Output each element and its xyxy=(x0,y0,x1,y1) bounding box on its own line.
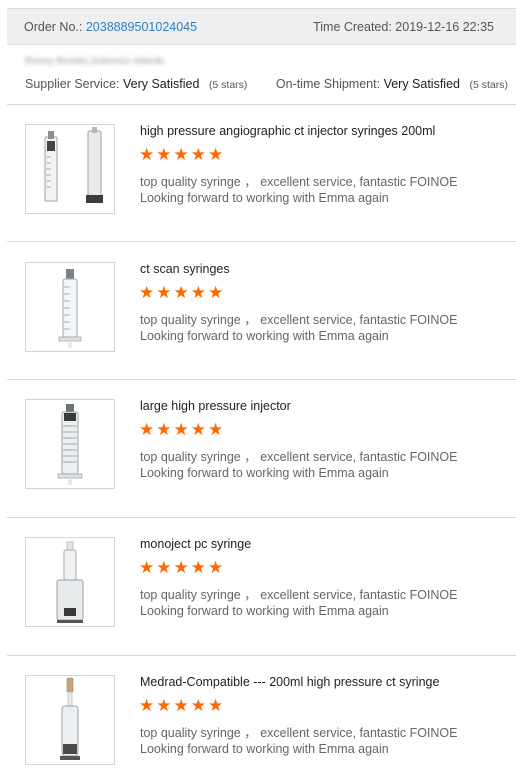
syringe-image[interactable] xyxy=(25,537,115,627)
review-line: top quality syringe ， excellent service,… xyxy=(140,175,458,189)
star-icon: ★ xyxy=(208,558,224,578)
review-line: Looking forward to working with Emma aga… xyxy=(140,329,389,343)
product-star-rating: ★ ★ ★ ★ ★ xyxy=(139,559,223,577)
shipment-rating: On-time Shipment: Very Satisfied (5 star… xyxy=(276,77,508,91)
star-icon: ★ xyxy=(156,145,172,165)
review-line: Looking forward to working with Emma aga… xyxy=(140,604,389,618)
star-icon: ★ xyxy=(208,283,224,303)
product-star-rating: ★ ★ ★ ★ ★ xyxy=(139,421,223,439)
divider xyxy=(7,655,516,656)
review-text: top quality syringe ， excellent service,… xyxy=(140,725,458,757)
divider xyxy=(7,241,516,242)
product-star-rating: ★ ★ ★ ★ ★ xyxy=(139,146,223,164)
star-icon: ★ xyxy=(139,145,155,165)
review-text: top quality syringe ， excellent service,… xyxy=(140,312,458,344)
review-line: Looking forward to working with Emma aga… xyxy=(140,742,389,756)
divider xyxy=(7,379,516,380)
product-title[interactable]: high pressure angiographic ct injector s… xyxy=(140,124,435,138)
order-header: Order No.: 2038889501024045 Time Created… xyxy=(7,8,516,45)
product-title[interactable]: Medrad-Compatible --- 200ml high pressur… xyxy=(140,675,439,689)
order-number-link[interactable]: 2038889501024045 xyxy=(86,20,197,34)
star-icon: ★ xyxy=(156,283,172,303)
star-icon: ★ xyxy=(190,558,206,578)
star-icon: ★ xyxy=(190,145,206,165)
supplier-service-stars: (5 stars) xyxy=(208,79,248,91)
star-icon: ★ xyxy=(139,283,155,303)
star-icon: ★ xyxy=(173,283,189,303)
product-review-item: high pressure angiographic ct injector s… xyxy=(25,124,516,216)
star-icon: ★ xyxy=(173,558,189,578)
product-review-item: monoject pc syringe ★ ★ ★ ★ ★ top quality sy… xyxy=(25,537,516,629)
review-line: top quality syringe ， excellent service,… xyxy=(140,588,458,602)
star-icon: ★ xyxy=(190,420,206,440)
review-text: top quality syringe ， excellent service,… xyxy=(140,449,458,481)
divider xyxy=(7,517,516,518)
shipment-label: On-time Shipment: xyxy=(275,77,381,91)
review-text: top quality syringe ， excellent service,… xyxy=(140,587,458,619)
star-icon: ★ xyxy=(190,283,206,303)
syringe-image[interactable] xyxy=(25,399,115,489)
order-number-group: Order No.: 2038889501024045 xyxy=(24,20,197,34)
product-title[interactable]: ct scan syringes xyxy=(140,262,230,276)
shipment-value: Very Satisfied xyxy=(383,77,460,91)
review-line: top quality syringe ， excellent service,… xyxy=(140,450,458,464)
star-icon: ★ xyxy=(190,696,206,716)
star-icon: ★ xyxy=(208,145,224,165)
supplier-service-rating: Supplier Service: Very Satisfied (5 star… xyxy=(25,77,247,91)
product-review-item: Medrad-Compatible --- 200ml high pressur… xyxy=(25,675,516,767)
review-line: Looking forward to working with Emma aga… xyxy=(140,466,389,480)
review-line: Looking forward to working with Emma aga… xyxy=(140,191,389,205)
star-icon: ★ xyxy=(156,696,172,716)
star-icon: ★ xyxy=(173,696,189,716)
time-created-group: Time Created: 2019-12-16 22:35 xyxy=(313,20,494,34)
review-text: top quality syringe ， excellent service,… xyxy=(140,174,458,206)
product-title[interactable]: monoject pc syringe xyxy=(140,537,251,551)
review-line: top quality syringe ， excellent service,… xyxy=(140,313,458,327)
star-icon: ★ xyxy=(156,420,172,440)
product-star-rating: ★ ★ ★ ★ ★ xyxy=(139,697,223,715)
review-line: top quality syringe ， excellent service,… xyxy=(140,726,458,740)
star-icon: ★ xyxy=(208,696,224,716)
syringe-image[interactable] xyxy=(25,262,115,352)
order-number-label: Order No.: xyxy=(24,19,83,34)
time-created-label: Time Created: xyxy=(313,19,392,34)
buyer-info: Ronny Broeks,Solomon Islands xyxy=(25,56,165,67)
star-icon: ★ xyxy=(208,420,224,440)
time-created-value: 2019-12-16 22:35 xyxy=(395,19,494,34)
star-icon: ★ xyxy=(139,696,155,716)
star-icon: ★ xyxy=(139,420,155,440)
buyer-name: Ronny Broeks,Solomon Islands xyxy=(25,56,165,67)
star-icon: ★ xyxy=(156,558,172,578)
product-title[interactable]: large high pressure injector xyxy=(140,399,291,413)
syringe-pair-image[interactable] xyxy=(25,124,115,214)
supplier-service-value: Very Satisfied xyxy=(122,77,200,91)
star-icon: ★ xyxy=(173,420,189,440)
star-icon: ★ xyxy=(173,145,189,165)
syringe-image[interactable] xyxy=(25,675,115,765)
star-icon: ★ xyxy=(139,558,155,578)
product-review-item: large high pressure injector ★ ★ ★ ★ ★ top q… xyxy=(25,399,516,491)
service-ratings: Supplier Service: Very Satisfied (5 star… xyxy=(25,77,508,91)
supplier-service-label: Supplier Service: xyxy=(25,77,120,91)
divider xyxy=(7,104,516,105)
shipment-stars: (5 stars) xyxy=(469,79,508,91)
product-star-rating: ★ ★ ★ ★ ★ xyxy=(139,284,223,302)
product-review-item: ct scan syringes ★ ★ ★ ★ ★ top quality syrin… xyxy=(25,262,516,354)
